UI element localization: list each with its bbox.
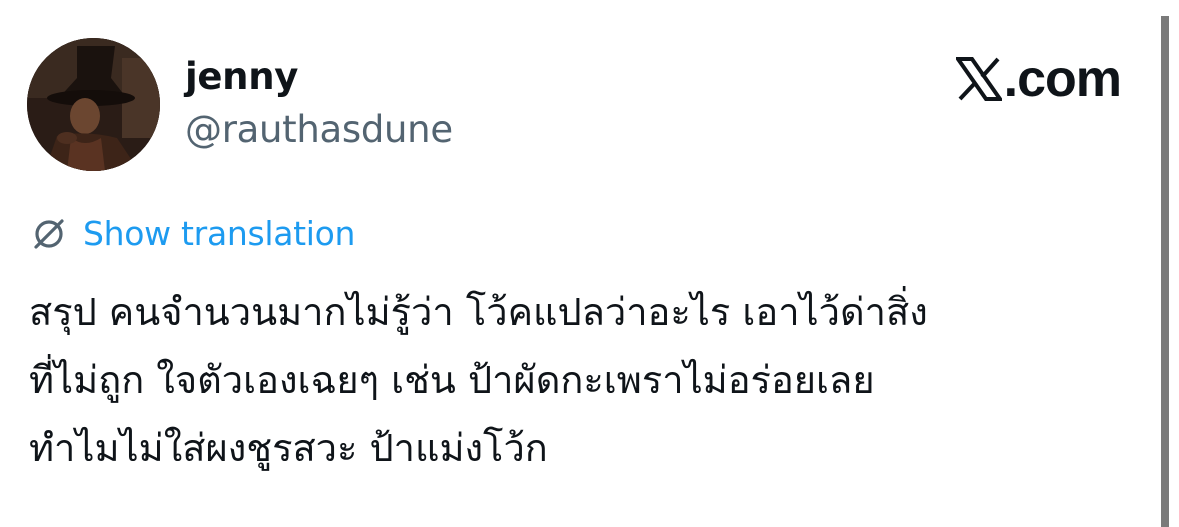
brand-logo: .com bbox=[955, 50, 1122, 108]
globe-translate-icon bbox=[34, 219, 64, 249]
brand-text: .com bbox=[1003, 50, 1122, 108]
user-handle[interactable]: @rauthasdune bbox=[185, 105, 453, 155]
tweet-line: ที่ไม่ถูก ใจตัวเองเฉยๆ เช่น ป้าผัดกะเพรา… bbox=[29, 358, 875, 402]
tweet-line: ทำไมไม่ใส่ผงชูรสวะ ป้าแม่งโว้ก bbox=[29, 426, 548, 470]
display-name[interactable]: jenny bbox=[185, 52, 298, 102]
avatar[interactable] bbox=[27, 38, 160, 171]
tweet-line: สรุป คนจำนวนมากไม่รู้ว่า โว้คแปลว่าอะไร … bbox=[29, 290, 928, 334]
show-translation-button[interactable]: Show translation bbox=[31, 212, 355, 256]
x-logo-icon bbox=[955, 57, 1002, 101]
profile-photo bbox=[27, 38, 160, 171]
scrollbar[interactable] bbox=[1161, 16, 1169, 527]
tweet-text: สรุป คนจำนวนมากไม่รู้ว่า โว้คแปลว่าอะไร … bbox=[29, 278, 1149, 482]
show-translation-label[interactable]: Show translation bbox=[83, 212, 355, 256]
